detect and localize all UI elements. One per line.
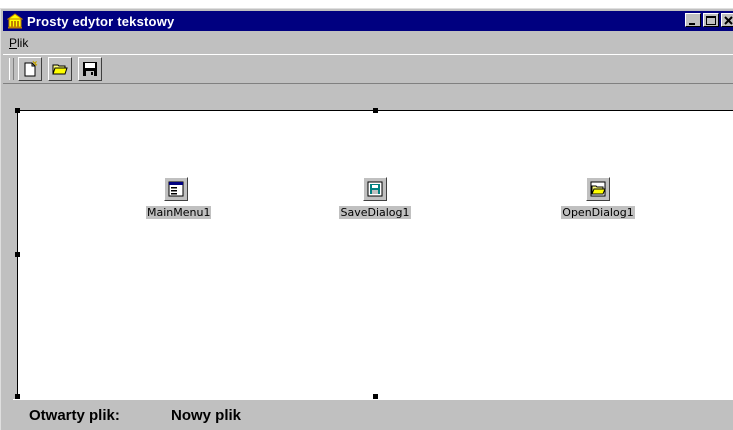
status-bar: Otwarty plik: Nowy plik: [13, 399, 733, 430]
status-filename: Nowy plik: [171, 406, 242, 424]
menu-bar: Plik: [3, 33, 733, 52]
new-file-button[interactable]: [18, 57, 42, 81]
title-buttons: [683, 13, 733, 27]
menu-plik[interactable]: Plik: [3, 36, 34, 50]
form-design-area[interactable]: MainMenu1 SaveDialog1 OpenDialog1: [15, 108, 733, 399]
app-window: Prosty edytor tekstowy Plik MainMenu1 Sa…: [0, 8, 733, 430]
window-title: Prosty edytor tekstowy: [27, 13, 175, 29]
toolbar: [3, 54, 733, 84]
status-label: Otwarty plik:: [29, 406, 120, 424]
close-button[interactable]: [721, 13, 733, 27]
resize-handle-top[interactable]: [373, 108, 378, 113]
app-icon[interactable]: [6, 13, 24, 29]
component-opendialog1[interactable]: OpenDialog1: [548, 177, 648, 219]
maximize-icon: [706, 16, 716, 25]
save-file-button[interactable]: [78, 57, 102, 81]
save-dialog-icon: [363, 177, 387, 201]
component-mainmenu1[interactable]: MainMenu1: [146, 177, 212, 219]
resize-handle-tl[interactable]: [15, 108, 20, 113]
component-savedialog1[interactable]: SaveDialog1: [327, 177, 423, 219]
component-label: OpenDialog1: [561, 206, 635, 219]
close-icon: [724, 16, 733, 25]
main-menu-icon: [164, 177, 188, 201]
toolbar-grip[interactable]: [9, 58, 14, 80]
maximize-button[interactable]: [703, 13, 719, 27]
new-file-icon: [24, 60, 38, 77]
minimize-icon: [689, 23, 695, 25]
floppy-disk-icon: [83, 62, 97, 76]
open-dialog-icon: [586, 177, 610, 201]
menu-plik-accel: P: [9, 35, 18, 50]
resize-handle-left[interactable]: [15, 252, 20, 257]
title-bar[interactable]: Prosty edytor tekstowy: [3, 11, 733, 31]
open-file-button[interactable]: [48, 57, 72, 81]
menu-plik-label: lik: [17, 35, 29, 50]
component-label: MainMenu1: [146, 206, 212, 219]
minimize-button[interactable]: [685, 13, 701, 27]
open-folder-icon: [52, 64, 68, 75]
component-label: SaveDialog1: [339, 206, 411, 219]
